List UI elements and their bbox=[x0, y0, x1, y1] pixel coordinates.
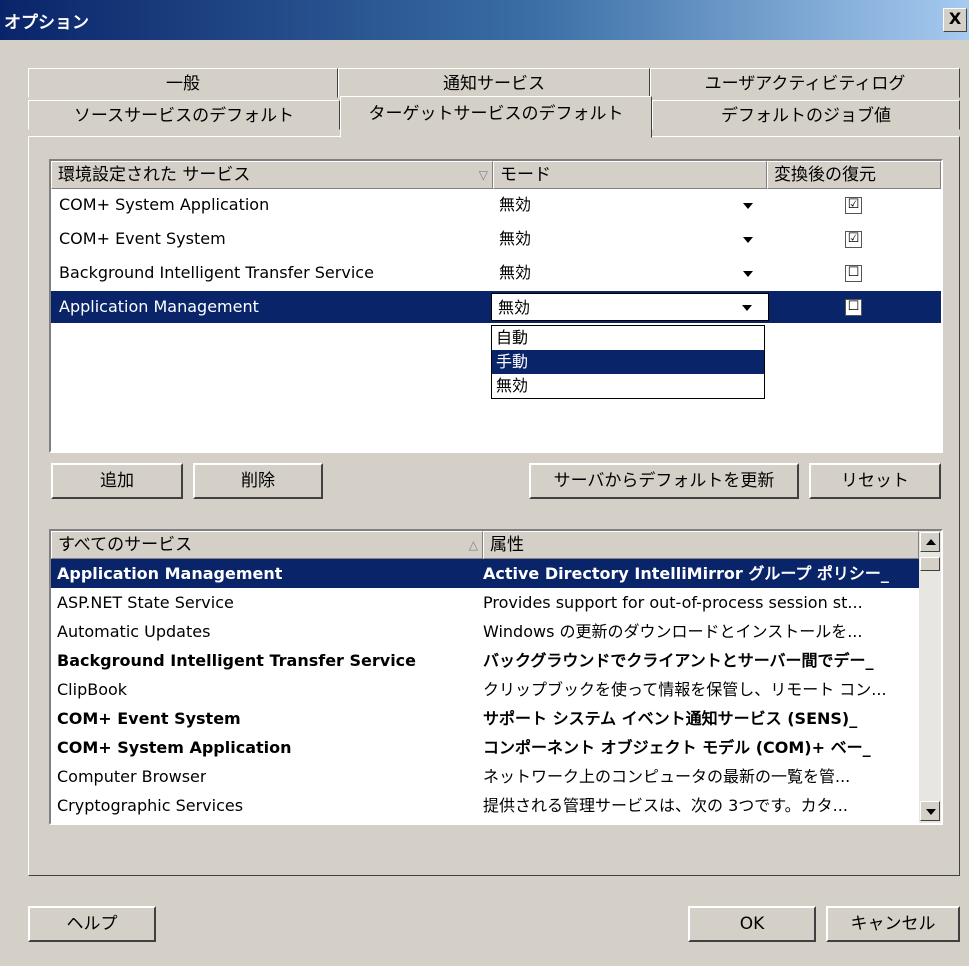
sort-up-icon: △ bbox=[468, 538, 478, 552]
mode-value[interactable]: 無効 bbox=[499, 223, 531, 255]
dropdown-option-disabled[interactable]: 無効 bbox=[492, 374, 764, 398]
service-name: ASP.NET State Service bbox=[57, 593, 234, 612]
service-attribute: Active Directory IntelliMirror グループ ポリシー… bbox=[483, 564, 889, 583]
ok-button[interactable]: OK bbox=[688, 906, 816, 942]
title-bar[interactable]: オプション X bbox=[0, 0, 969, 40]
all-services-list: すべてのサービス △ 属性 Application Management Act… bbox=[49, 529, 943, 825]
window-title: オプション bbox=[4, 13, 89, 33]
service-name: COM+ Event System bbox=[57, 709, 241, 728]
configured-row[interactable]: COM+ Event System 無効 ☑ bbox=[51, 223, 941, 255]
header-all-services[interactable]: すべてのサービス △ bbox=[51, 531, 483, 559]
restore-checkbox[interactable]: ☐ bbox=[845, 265, 862, 282]
close-button[interactable]: X bbox=[943, 8, 967, 32]
header-configured-service[interactable]: 環境設定された サービス ▽ bbox=[51, 161, 493, 189]
header-restore[interactable]: 変換後の復元 bbox=[767, 161, 941, 189]
service-name: Application Management bbox=[57, 564, 283, 583]
configured-row-selected[interactable]: Application Management 無効 ☐ bbox=[51, 291, 941, 323]
reset-button[interactable]: リセット bbox=[809, 463, 941, 499]
dropdown-option-manual[interactable]: 手動 bbox=[492, 350, 764, 374]
mode-value[interactable]: 無効 bbox=[499, 257, 531, 289]
service-attribute: ネットワーク上のコンピュータの最新の一覧を管... bbox=[483, 767, 851, 786]
options-dialog: オプション X 一般 通知サービス ユーザアクティビティログ ソースサービスのデ… bbox=[0, 0, 969, 966]
tab-source-defaults[interactable]: ソースサービスのデフォルト bbox=[28, 100, 340, 130]
configured-row[interactable]: COM+ System Application 無効 ☑ bbox=[51, 189, 941, 221]
help-button[interactable]: ヘルプ bbox=[28, 906, 156, 942]
dropdown-arrow-icon[interactable] bbox=[743, 203, 753, 209]
service-attribute: Windows の更新のダウンロードとインストールを... bbox=[483, 622, 863, 641]
service-name: Background Intelligent Transfer Service bbox=[57, 651, 417, 670]
service-attribute: Provides support for out-of-process sess… bbox=[483, 593, 863, 612]
tab-general[interactable]: 一般 bbox=[28, 68, 338, 98]
service-name: Cryptographic Services bbox=[57, 796, 244, 815]
tab-notification[interactable]: 通知サービス bbox=[338, 68, 650, 98]
service-attribute: コンポーネント オブジェクト モデル (COM)+ ベー_ bbox=[483, 738, 871, 757]
restore-checkbox[interactable]: ☑ bbox=[845, 197, 862, 214]
configured-services-grid: 環境設定された サービス ▽ モード 変換後の復元 COM+ System Ap… bbox=[49, 159, 943, 453]
tab-user-activity-log[interactable]: ユーザアクティビティログ bbox=[650, 68, 960, 98]
tab-target-defaults[interactable]: ターゲットサービスのデフォルト bbox=[340, 96, 652, 138]
cancel-button[interactable]: キャンセル bbox=[826, 906, 960, 942]
dropdown-arrow-icon[interactable] bbox=[742, 305, 752, 311]
service-attribute: 提供される管理サービスは、次の 3つです。カタ... bbox=[483, 796, 848, 815]
service-attribute: バックグラウンドでクライアントとサーバー間でデー_ bbox=[483, 651, 874, 670]
service-name: COM+ System Application bbox=[57, 738, 292, 757]
service-attribute: サポート システム イベント通知サービス (SENS)_ bbox=[483, 709, 858, 728]
service-name: Automatic Updates bbox=[57, 622, 211, 641]
arrow-up-icon bbox=[926, 539, 936, 545]
header-configured-service-label: 環境設定された サービス bbox=[58, 165, 251, 185]
scroll-thumb[interactable] bbox=[920, 557, 940, 571]
scroll-up-button[interactable] bbox=[920, 532, 940, 552]
list-item[interactable]: COM+ Event System サポート システム イベント通知サービス (… bbox=[51, 704, 919, 733]
tab-job-defaults[interactable]: デフォルトのジョブ値 bbox=[652, 100, 960, 130]
list-item[interactable]: Application Management Active Directory … bbox=[51, 559, 919, 588]
vertical-scrollbar[interactable] bbox=[919, 531, 941, 823]
mode-dropdown-list: 自動 手動 無効 bbox=[491, 325, 765, 399]
list-item[interactable]: Automatic Updates Windows の更新のダウンロードとインス… bbox=[51, 617, 919, 646]
configured-row[interactable]: Background Intelligent Transfer Service … bbox=[51, 257, 941, 289]
mode-value[interactable]: 無効 bbox=[499, 189, 531, 221]
list-item[interactable]: COM+ System Application コンポーネント オブジェクト モ… bbox=[51, 733, 919, 762]
service-name: ClipBook bbox=[57, 680, 128, 699]
list-item[interactable]: Background Intelligent Transfer Service … bbox=[51, 646, 919, 675]
list-item[interactable]: ClipBook クリップブックを使って情報を保管し、リモート コン... bbox=[51, 675, 919, 704]
list-item[interactable]: Cryptographic Services 提供される管理サービスは、次の 3… bbox=[51, 791, 919, 820]
dropdown-arrow-icon[interactable] bbox=[743, 237, 753, 243]
list-item[interactable]: ASP.NET State Service Provides support f… bbox=[51, 588, 919, 617]
tab-panel: 環境設定された サービス ▽ モード 変換後の復元 COM+ System Ap… bbox=[28, 136, 960, 876]
dropdown-option-auto[interactable]: 自動 bbox=[492, 326, 764, 350]
scroll-down-button[interactable] bbox=[920, 801, 940, 821]
update-defaults-from-server-button[interactable]: サーバからデフォルトを更新 bbox=[529, 463, 799, 499]
sort-down-icon: ▽ bbox=[478, 168, 488, 182]
service-name: COM+ Event System bbox=[59, 229, 226, 248]
service-attribute: クリップブックを使って情報を保管し、リモート コン... bbox=[483, 680, 887, 699]
list-item[interactable]: Computer Browser ネットワーク上のコンピュータの最新の一覧を管.… bbox=[51, 762, 919, 791]
header-attribute[interactable]: 属性 bbox=[483, 531, 919, 559]
service-name: Background Intelligent Transfer Service bbox=[59, 263, 374, 282]
restore-checkbox[interactable]: ☐ bbox=[845, 299, 862, 316]
add-button[interactable]: 追加 bbox=[51, 463, 183, 499]
restore-checkbox[interactable]: ☑ bbox=[845, 231, 862, 248]
header-all-services-label: すべてのサービス bbox=[58, 535, 193, 555]
service-name: COM+ System Application bbox=[59, 195, 270, 214]
arrow-down-icon bbox=[926, 809, 936, 815]
delete-button[interactable]: 削除 bbox=[193, 463, 323, 499]
header-mode[interactable]: モード bbox=[493, 161, 767, 189]
service-name: Application Management bbox=[59, 297, 259, 316]
service-name: Computer Browser bbox=[57, 767, 207, 786]
dropdown-arrow-icon[interactable] bbox=[743, 271, 753, 277]
mode-value: 無効 bbox=[498, 298, 531, 317]
mode-combobox[interactable]: 無効 bbox=[491, 293, 769, 321]
